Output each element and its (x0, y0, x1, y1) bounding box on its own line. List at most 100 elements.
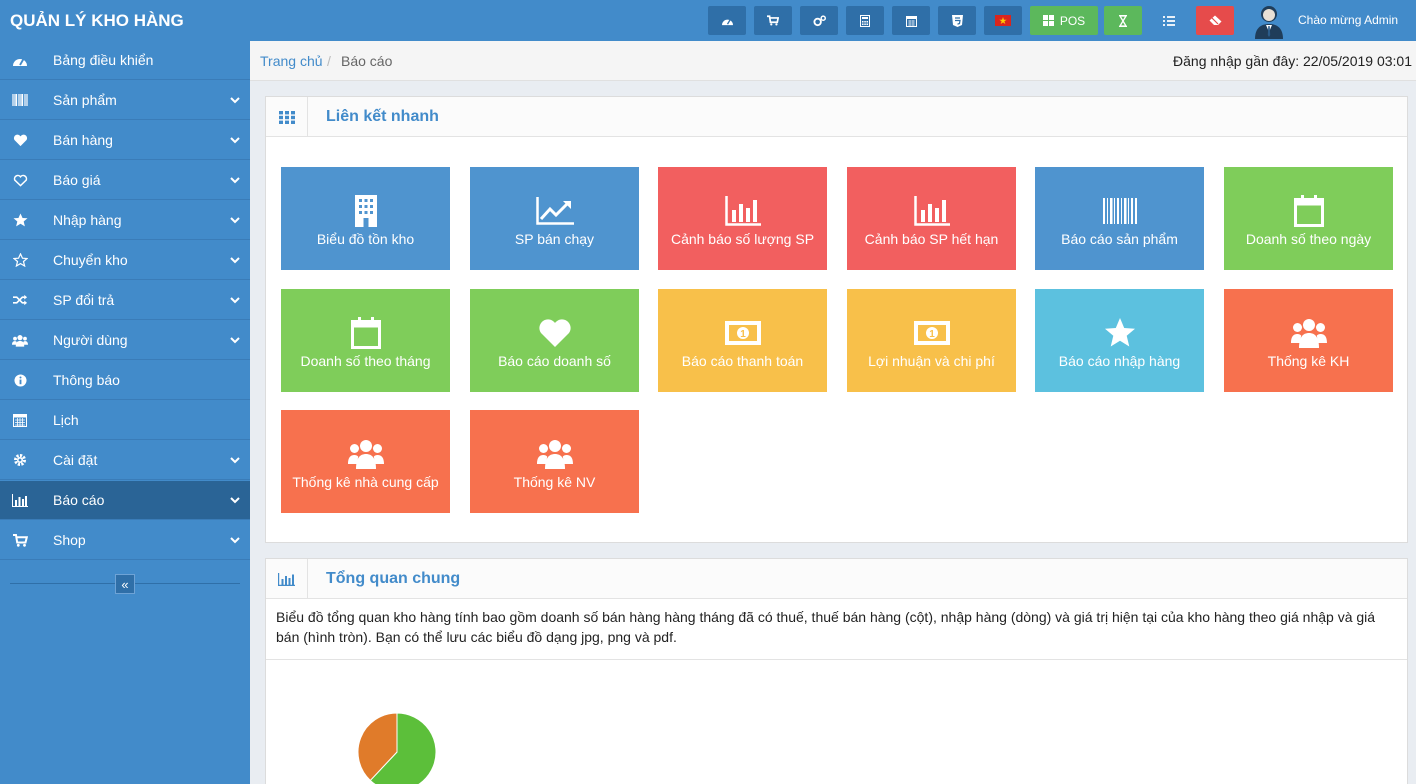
chevron-down-icon (230, 177, 240, 184)
barcode-icon (12, 92, 28, 108)
tile-monthly-sales[interactable]: Doanh số theo tháng (281, 289, 450, 392)
chevron-down-icon (230, 137, 240, 144)
list-icon (1163, 15, 1175, 26)
avatar[interactable] (1251, 2, 1287, 39)
tile-expiry-alert[interactable]: Cảnh báo SP hết hạn (847, 167, 1016, 270)
star-outline-icon (12, 252, 28, 268)
overview-description: Biểu đồ tổng quan kho hàng tính bao gồm … (276, 609, 1376, 645)
breadcrumb: Trang chủ / Báo cáo Đăng nhập gần đây: 2… (250, 41, 1416, 81)
tile-profit-expense[interactable]: 1 Lợi nhuận và chi phí (847, 289, 1016, 392)
calendar-button[interactable] (892, 6, 930, 35)
sidebar-item-sales[interactable]: Bán hàng (0, 121, 250, 160)
tile-label: Báo cáo thanh toán (681, 353, 804, 369)
dashboard-button[interactable] (708, 6, 746, 35)
pos-label: POS (1059, 13, 1086, 28)
sidebar-item-shop[interactable]: Shop (0, 521, 250, 560)
sidebar-item-label: Thông báo (53, 372, 120, 388)
tile-label: Biểu đồ tồn kho (316, 231, 415, 247)
dashboard-icon (12, 52, 28, 68)
sidebar-item-products[interactable]: Sản phẩm (0, 81, 250, 120)
sidebar-item-dashboard[interactable]: Bảng điều khiển (0, 41, 250, 80)
html5-button[interactable] (938, 6, 976, 35)
money-icon: 1 (658, 315, 827, 351)
tile-customer-stats[interactable]: Thống kê KH (1224, 289, 1393, 392)
tile-supplier-stats[interactable]: Thống kê nhà cung cấp (281, 410, 450, 513)
heart-outline-icon (12, 172, 28, 188)
chevron-down-icon (230, 257, 240, 264)
overview-pie-chart (357, 712, 437, 784)
sidebar-item-settings[interactable]: Cài đặt (0, 441, 250, 480)
breadcrumb-separator: / (327, 53, 331, 69)
info-icon (12, 372, 28, 388)
tile-purchase-report[interactable]: Báo cáo nhập hàng (1035, 289, 1204, 392)
heart-icon (12, 132, 28, 148)
pos-cart-button[interactable] (754, 6, 792, 35)
users-icon (12, 332, 28, 348)
th-icon (266, 97, 308, 137)
sidebar-item-reports[interactable]: Báo cáo (0, 481, 250, 520)
cart-icon (767, 15, 779, 26)
last-login-text: Đăng nhập gần đây: 22/05/2019 03:01 (1173, 53, 1412, 69)
barcode-icon (1035, 193, 1204, 229)
calendar-icon (1224, 193, 1393, 229)
app-title[interactable]: QUẢN LÝ KHO HÀNG (10, 0, 184, 41)
settings-button[interactable] (800, 6, 838, 35)
sidebar-item-transfers[interactable]: Chuyển kho (0, 241, 250, 280)
tile-label: Thống kê NV (513, 474, 596, 490)
users-icon (470, 436, 639, 472)
language-button[interactable] (984, 6, 1022, 35)
sidebar-item-label: SP đổi trả (53, 292, 115, 308)
sidebar-collapse-button[interactable]: « (115, 574, 135, 594)
tile-sales-report[interactable]: Báo cáo doanh số (470, 289, 639, 392)
tile-inventory-chart[interactable]: Biểu đồ tồn kho (281, 167, 450, 270)
chevron-down-icon (230, 497, 240, 504)
calculator-button[interactable] (846, 6, 884, 35)
calendar-icon (281, 315, 450, 351)
tile-label: Báo cáo doanh số (498, 353, 611, 369)
breadcrumb-home-link[interactable]: Trang chủ (260, 41, 323, 81)
tile-product-report[interactable]: Báo cáo sản phẩm (1035, 167, 1204, 270)
tile-stock-alert[interactable]: Cảnh báo số lượng SP (658, 167, 827, 270)
tile-best-sellers[interactable]: SP bán chạy (470, 167, 639, 270)
sidebar-item-label: Shop (53, 532, 86, 548)
sidebar-item-notifications[interactable]: Thông báo (0, 361, 250, 400)
pos-button[interactable]: POS (1030, 6, 1098, 35)
tile-label: Thống kê KH (1267, 353, 1350, 369)
welcome-user[interactable]: Chào mừng Admin (1298, 0, 1398, 41)
tile-label: Lợi nhuận và chi phí (868, 353, 995, 369)
tile-staff-stats[interactable]: Thống kê NV (470, 410, 639, 513)
bar-chart-icon (266, 559, 308, 599)
cart-icon (12, 532, 28, 548)
sidebar-item-label: Báo giá (53, 172, 101, 188)
bar-chart-icon (847, 193, 1016, 229)
panel-title: Liên kết nhanh (326, 108, 439, 125)
tile-daily-sales[interactable]: Doanh số theo ngày (1224, 167, 1393, 270)
sidebar-item-returns[interactable]: SP đổi trả (0, 281, 250, 320)
panel-header: Tổng quan chung (266, 559, 1407, 599)
divider (266, 659, 1407, 660)
sidebar-item-purchases[interactable]: Nhập hàng (0, 201, 250, 240)
money-icon: 1 (847, 315, 1016, 351)
users-icon (1224, 315, 1393, 351)
tile-payment-report[interactable]: 1 Báo cáo thanh toán (658, 289, 827, 392)
sidebar-item-label: Bảng điều khiển (53, 52, 154, 68)
bar-chart-icon (658, 193, 827, 229)
star-icon (12, 212, 28, 228)
sidebar-item-quotes[interactable]: Báo giá (0, 161, 250, 200)
sidebar-item-label: Bán hàng (53, 132, 113, 148)
list-button[interactable] (1150, 6, 1188, 35)
chevron-down-icon (230, 337, 240, 344)
tile-label: Cảnh báo SP hết hạn (864, 231, 999, 247)
trend-chart-icon (470, 193, 639, 229)
sidebar-item-label: Báo cáo (53, 492, 105, 508)
html5-icon (951, 14, 963, 27)
grid-icon (1042, 15, 1054, 26)
panel-header: Liên kết nhanh (266, 97, 1407, 137)
clear-button[interactable] (1196, 6, 1234, 35)
chevron-down-icon (230, 537, 240, 544)
sidebar-item-label: Người dùng (53, 332, 128, 348)
timer-button[interactable] (1104, 6, 1142, 35)
quick-links-panel: Liên kết nhanh Biểu đồ tồn kho SP bán ch… (265, 96, 1408, 543)
sidebar-item-users[interactable]: Người dùng (0, 321, 250, 360)
sidebar-item-calendar[interactable]: Lịch (0, 401, 250, 440)
